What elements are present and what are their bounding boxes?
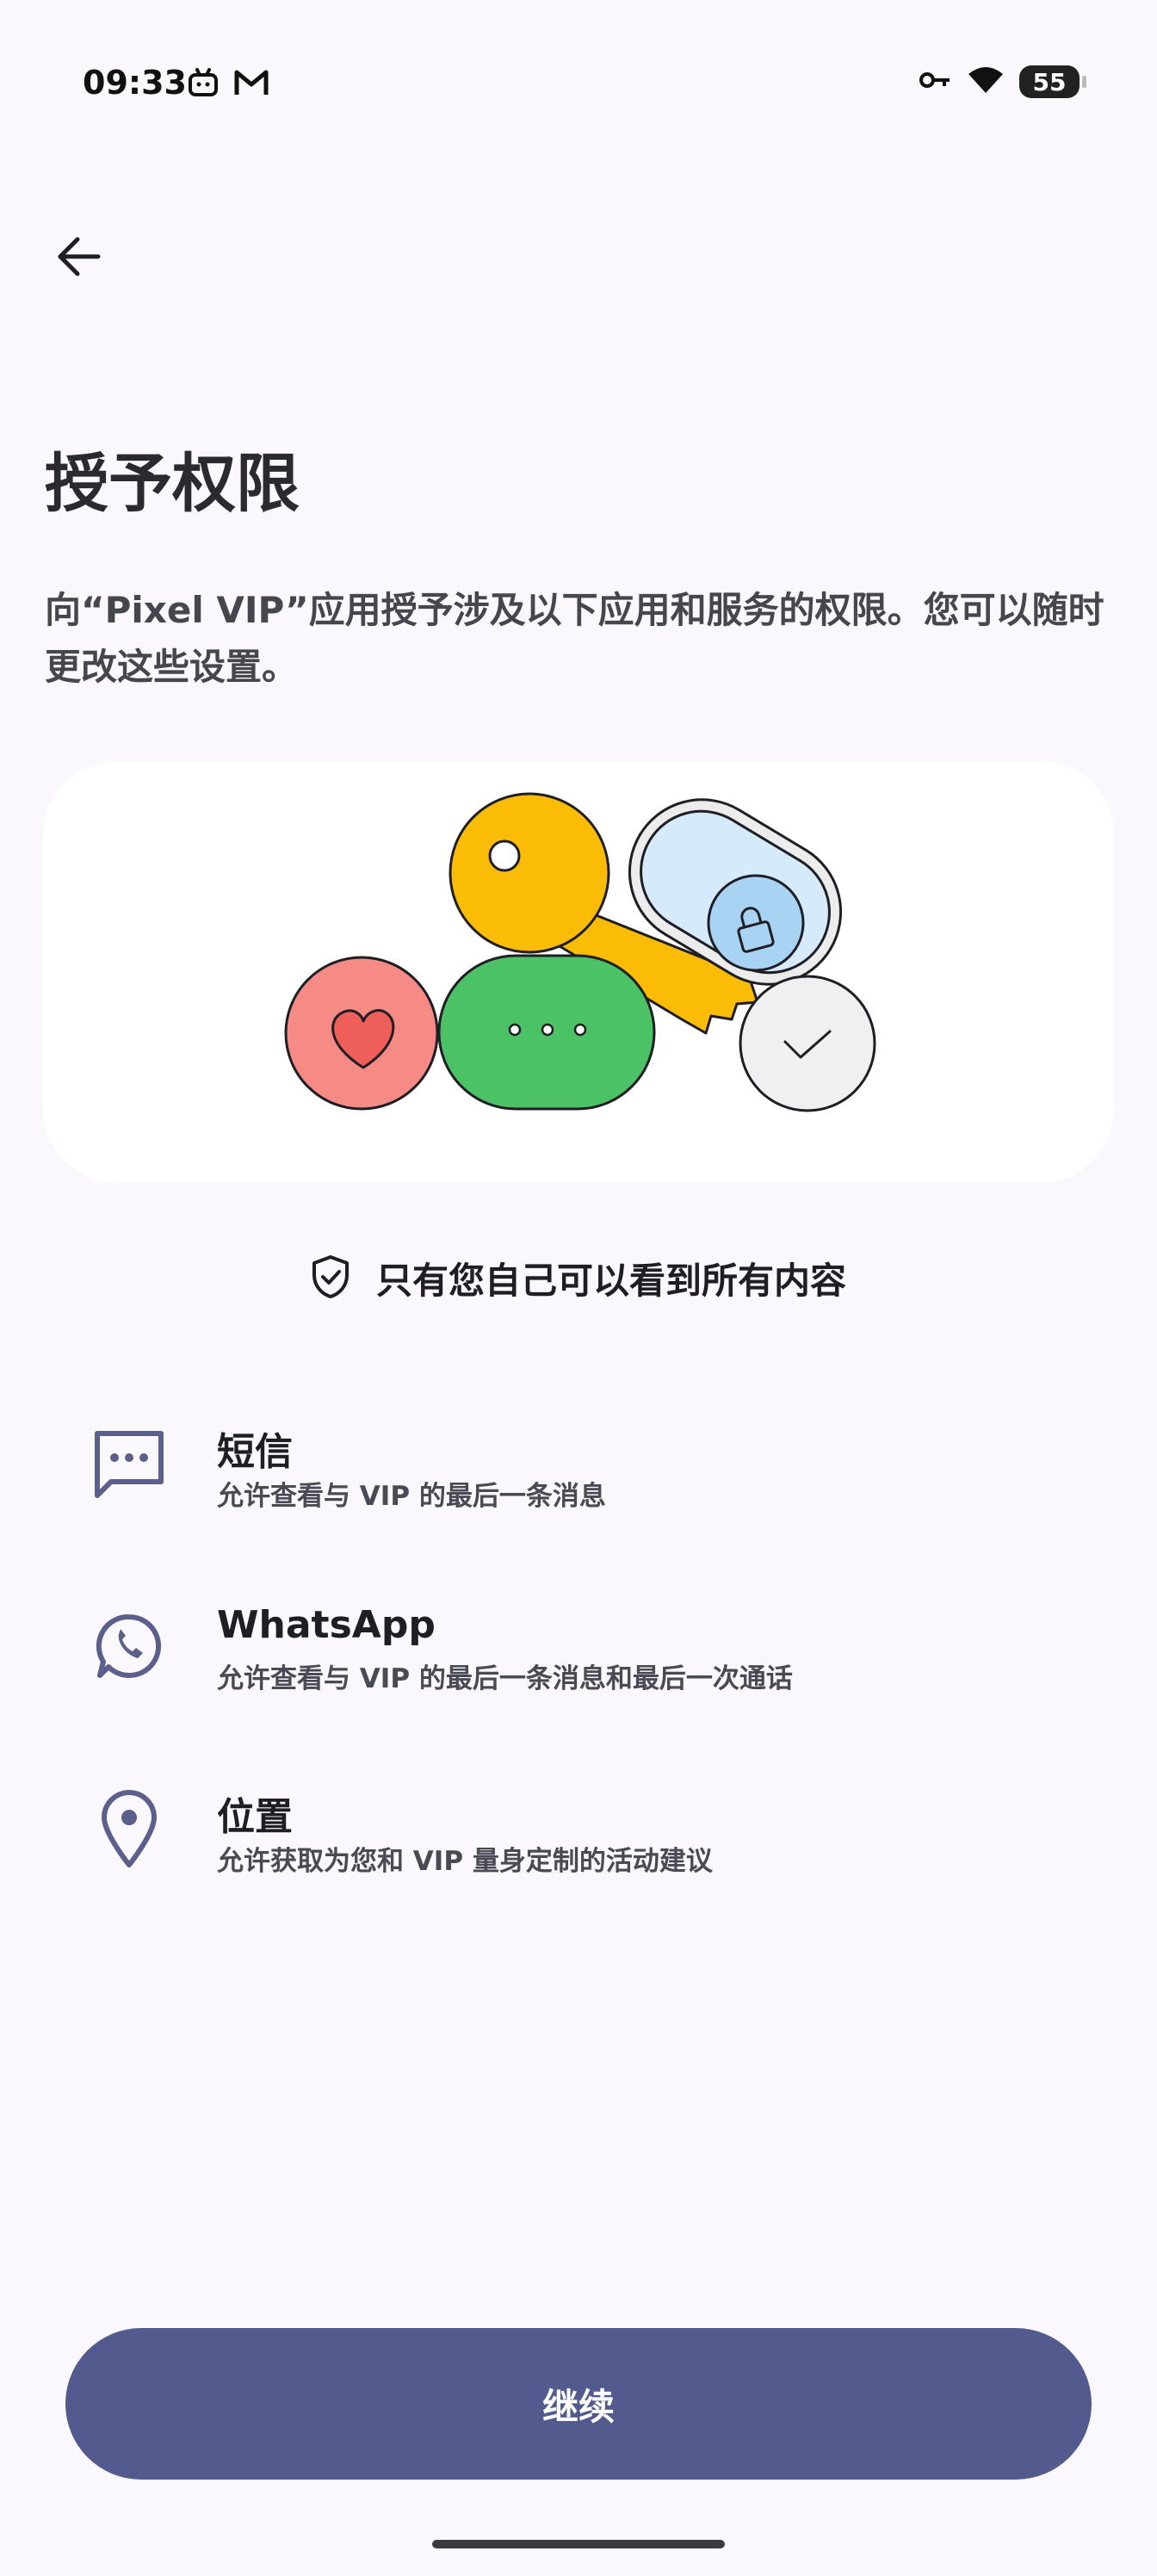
permission-item-location: 位置 允许获取为您和 VIP 量身定制的活动建议 <box>0 1768 1157 1906</box>
battery-icon: 55 <box>1019 65 1086 98</box>
permission-description: 允许查看与 VIP 的最后一条消息和最后一次通话 <box>217 1663 793 1694</box>
page-description: 向“Pixel VIP”应用授予涉及以下应用和服务的权限。您可以随时更改这些设置… <box>45 589 1104 688</box>
location-pin-icon <box>86 1786 172 1872</box>
gmail-icon <box>234 68 269 101</box>
whatsapp-icon <box>86 1603 172 1689</box>
continue-button[interactable]: 继续 <box>65 2328 1092 2480</box>
page-title: 授予权限 <box>45 447 300 521</box>
home-indicator[interactable] <box>432 2540 725 2548</box>
status-left-icons <box>188 67 269 102</box>
illustration-card <box>43 761 1114 1183</box>
privacy-note: 只有您自己可以看到所有内容 <box>0 1252 1157 1304</box>
permission-title: 短信 <box>217 1430 293 1474</box>
heart-circle-illustration <box>284 956 439 1111</box>
permission-item-sms: 短信 允许查看与 VIP 的最后一条消息 <box>0 1403 1157 1541</box>
wifi-icon <box>968 65 1004 98</box>
chat-pill-illustration <box>437 954 656 1111</box>
permission-description: 允许查看与 VIP 的最后一条消息 <box>217 1481 606 1512</box>
battery-level: 55 <box>1032 67 1067 96</box>
shield-check-icon <box>311 1254 350 1303</box>
permission-item-whatsapp: WhatsApp 允许查看与 VIP 的最后一条消息和最后一次通话 <box>0 1586 1157 1724</box>
bilibili-icon <box>188 67 219 102</box>
permission-title: WhatsApp <box>217 1603 436 1647</box>
check-circle-illustration <box>739 975 876 1112</box>
privacy-note-text: 只有您自己可以看到所有内容 <box>375 1260 846 1302</box>
message-icon <box>86 1422 172 1508</box>
status-time: 09:33 <box>83 64 187 102</box>
permission-title: 位置 <box>217 1795 293 1839</box>
vpn-key-icon <box>919 70 952 94</box>
status-right-icons: 55 <box>919 65 1086 98</box>
back-button[interactable] <box>45 226 110 291</box>
status-bar: 09:33 55 <box>0 0 1157 172</box>
permission-description: 允许获取为您和 VIP 量身定制的活动建议 <box>217 1846 713 1877</box>
arrow-back-icon <box>53 232 102 284</box>
permissions-illustration <box>284 792 876 1112</box>
